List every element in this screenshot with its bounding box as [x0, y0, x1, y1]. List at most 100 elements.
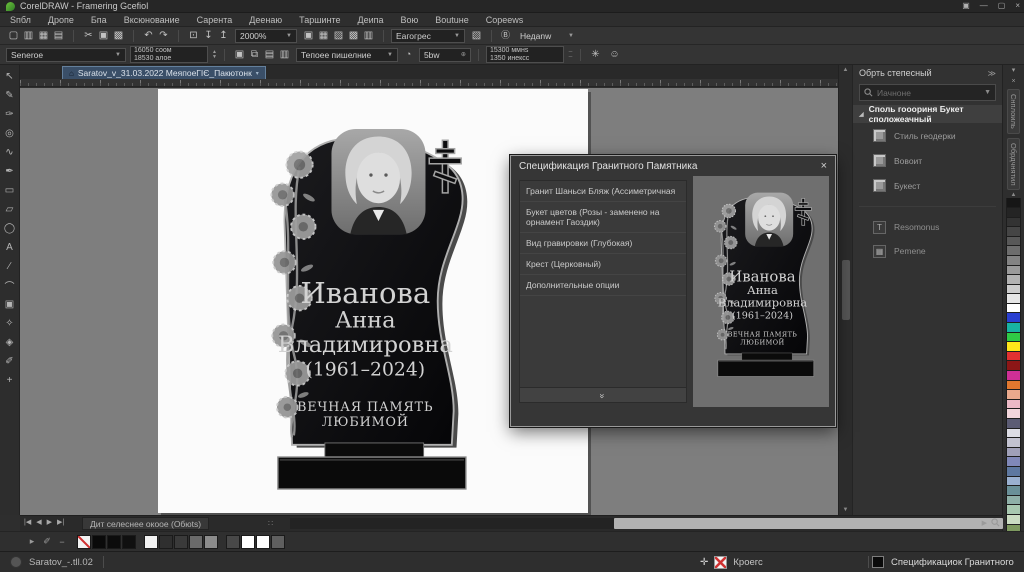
specification-list-item[interactable]: Букет цветов (Розы - заменено на орнамен…: [520, 202, 686, 233]
scroll-up-icon[interactable]: ▲: [843, 67, 849, 73]
launch-combo[interactable]: Недаnw ▼: [516, 29, 578, 43]
dialog-title-bar[interactable]: Спецификация Гранитного Памятника ×: [511, 156, 835, 176]
palette-color-swatch[interactable]: [1006, 246, 1021, 256]
palette-color-swatch[interactable]: [1006, 294, 1021, 304]
more-tools[interactable]: +: [1, 371, 19, 390]
full-screen-preview-icon[interactable]: ▣: [301, 28, 316, 43]
palette-color-swatch[interactable]: [1006, 304, 1021, 314]
remove-color-icon[interactable]: −: [56, 537, 68, 547]
menu-item[interactable]: Деенаю: [249, 15, 282, 25]
palette-color-swatch[interactable]: [1006, 198, 1021, 208]
size-fields[interactable]: 15300 ммнs 1350 инексс: [486, 46, 564, 63]
table-icon[interactable]: ▥: [361, 28, 376, 43]
docker-tab-objects[interactable]: Обрдчнятил: [1007, 138, 1020, 191]
palette-color-swatch[interactable]: [1006, 438, 1021, 448]
tree-item[interactable]: ▦ Pemene: [853, 239, 1002, 263]
copy-icon[interactable]: ▣: [96, 28, 111, 43]
blend-mode-combo[interactable]: Тепоее пишелние ▼: [296, 48, 398, 62]
document-color-swatch[interactable]: [144, 535, 158, 549]
dialog-close-button[interactable]: ×: [821, 160, 827, 172]
zoom-navigator-icon[interactable]: [991, 518, 1000, 527]
document-tab[interactable]: ⌂ Saratov_v_31.03.2022 МеяпоеГІЄ_Пакютон…: [62, 66, 266, 79]
publish-icon[interactable]: ↥: [216, 28, 231, 43]
palette-color-swatch[interactable]: [1006, 256, 1021, 266]
group-icon[interactable]: ▤: [262, 47, 277, 62]
docker-tab-styles[interactable]: Снплоиль: [1007, 89, 1020, 134]
document-color-swatch[interactable]: [226, 535, 240, 549]
toolbar-toggle-icon[interactable]: ▣: [962, 1, 970, 11]
eyedropper-icon[interactable]: ✐: [41, 536, 53, 547]
new-document-icon[interactable]: ▢: [6, 28, 21, 43]
polygon-tool[interactable]: ▱: [1, 200, 19, 219]
palette-color-swatch[interactable]: [1006, 467, 1021, 477]
palette-color-swatch[interactable]: [1006, 218, 1021, 228]
import-icon[interactable]: ⊡: [186, 28, 201, 43]
rectangle-tool[interactable]: ▭: [1, 181, 19, 200]
guidelines-icon[interactable]: ▨: [331, 28, 346, 43]
zoom-tool[interactable]: ◎: [1, 124, 19, 143]
palette-color-swatch[interactable]: [1006, 419, 1021, 429]
palette-color-swatch[interactable]: [1006, 448, 1021, 458]
previous-page-icon[interactable]: ◀: [36, 518, 41, 526]
snap-grid-icon[interactable]: ▩: [346, 28, 361, 43]
palette-color-swatch[interactable]: [1006, 361, 1021, 371]
palette-color-swatch[interactable]: [1006, 486, 1021, 496]
chevron-down-icon[interactable]: ▾: [1012, 65, 1016, 76]
document-color-swatch[interactable]: [77, 535, 91, 549]
eyedropper-tool[interactable]: ✧: [1, 314, 19, 333]
horizontal-scroll-thumb[interactable]: [614, 518, 1003, 529]
first-page-icon[interactable]: |◀: [24, 518, 31, 526]
tree-item[interactable]: Стиль геодерки: [853, 123, 1002, 148]
document-color-swatch[interactable]: [204, 535, 218, 549]
palette-color-swatch[interactable]: [1006, 457, 1021, 467]
ungroup-icon[interactable]: ▥: [277, 47, 292, 62]
paste-icon[interactable]: ▩: [111, 28, 126, 43]
print-icon[interactable]: ▤: [51, 28, 66, 43]
horizontal-scrollbar[interactable]: [290, 518, 990, 529]
frame-tool[interactable]: ▣: [1, 295, 19, 314]
layers-icon[interactable]: ⧉: [247, 47, 262, 62]
palette-color-swatch[interactable]: [1006, 352, 1021, 362]
options-icon[interactable]: ▧: [469, 28, 484, 43]
next-page-icon[interactable]: ▶: [47, 518, 52, 526]
menu-item[interactable]: Таршинте: [299, 15, 340, 25]
palette-color-swatch[interactable]: [1006, 515, 1021, 525]
docker-search-box[interactable]: ▼: [859, 84, 996, 101]
settings-gear-icon[interactable]: ✳: [588, 47, 603, 62]
rotate-icon[interactable]: ◔: [402, 47, 415, 62]
palette-color-swatch[interactable]: [1006, 323, 1021, 333]
tree-item[interactable]: T Resomonus: [853, 215, 1002, 239]
size-spinner[interactable]: －－: [568, 50, 573, 60]
document-color-swatch[interactable]: [256, 535, 270, 549]
document-color-swatch[interactable]: [107, 535, 121, 549]
freehand-tool[interactable]: ∿: [1, 143, 19, 162]
palette-color-swatch[interactable]: [1006, 313, 1021, 323]
export-icon[interactable]: ↧: [201, 28, 216, 43]
redo-icon[interactable]: ↷: [156, 28, 171, 43]
bezier-tool[interactable]: ⌒: [1, 276, 19, 295]
palette-color-swatch[interactable]: [1006, 333, 1021, 343]
launch-icon[interactable]: Ⓑ: [499, 28, 512, 43]
palette-color-swatch[interactable]: [1006, 429, 1021, 439]
vertical-scroll-thumb[interactable]: [842, 260, 850, 320]
text-tool[interactable]: A: [1, 238, 19, 257]
position-spinner[interactable]: ▲▼: [212, 50, 217, 60]
menu-item[interactable]: Sпбл: [10, 15, 31, 25]
palette-color-swatch[interactable]: [1006, 342, 1021, 352]
document-color-swatch[interactable]: [159, 535, 173, 549]
palette-color-swatch[interactable]: [1006, 400, 1021, 410]
maximize-button[interactable]: ▢: [998, 1, 1006, 11]
palette-color-swatch[interactable]: [1006, 371, 1021, 381]
preset-combo[interactable]: Senerое ▼: [6, 48, 126, 62]
menu-item[interactable]: Boutuне: [435, 15, 469, 25]
tree-item[interactable]: Букест: [853, 173, 1002, 198]
save-icon[interactable]: ▦: [36, 28, 51, 43]
document-color-swatch[interactable]: [92, 535, 106, 549]
palette-color-swatch[interactable]: [1006, 285, 1021, 295]
tree-group-header[interactable]: ◢ Споль гооориня Букет сположеачный: [853, 105, 1002, 123]
page-tab[interactable]: Дит селеснее окоое (Обюts): [82, 517, 209, 530]
pen-tool[interactable]: ✒: [1, 162, 19, 181]
expand-list-button[interactable]: »: [520, 387, 686, 402]
monument-artwork[interactable]: [245, 101, 480, 501]
document-color-swatch[interactable]: [189, 535, 203, 549]
